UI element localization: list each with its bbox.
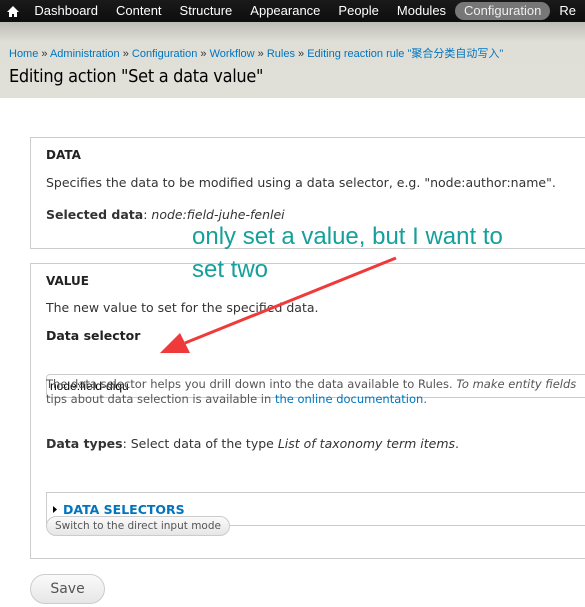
annotation-arrow-icon [160, 256, 397, 353]
